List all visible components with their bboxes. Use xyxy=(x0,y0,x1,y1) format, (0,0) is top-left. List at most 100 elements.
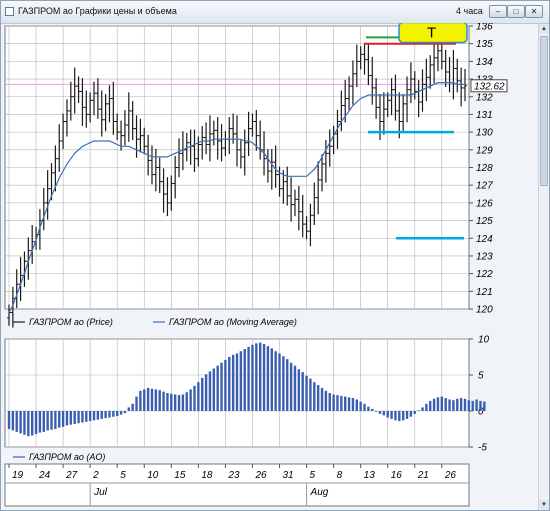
ao-bar xyxy=(228,357,231,411)
ao-bar xyxy=(340,395,343,411)
ao-bar xyxy=(162,391,165,411)
ao-bar xyxy=(34,411,38,435)
ao-bar xyxy=(297,369,301,411)
ao-bar xyxy=(30,411,34,436)
date-tick-label: 15 xyxy=(174,470,186,481)
price-tick-label: 122 xyxy=(476,269,493,280)
ao-bar xyxy=(371,408,374,411)
ao-bar xyxy=(471,400,474,411)
ao-bar xyxy=(436,397,440,411)
ao-bar xyxy=(50,411,53,430)
ao-bar xyxy=(116,411,119,417)
ao-bar xyxy=(96,411,100,420)
ao-bar xyxy=(54,411,57,429)
ao-bar xyxy=(224,359,227,411)
ao-bar xyxy=(235,353,239,411)
ao-bar xyxy=(15,411,18,432)
scroll-up-arrow-icon[interactable]: ▲ xyxy=(539,24,549,34)
price-tick-label: 125 xyxy=(476,216,493,227)
ao-bar xyxy=(255,343,258,411)
ao-bar xyxy=(394,411,397,421)
ao-bar xyxy=(77,411,80,424)
price-tick-label: 129 xyxy=(476,145,493,156)
ao-bar xyxy=(247,346,250,411)
price-tick-label: 124 xyxy=(476,234,493,245)
ao-bar xyxy=(293,365,297,411)
ao-bar xyxy=(69,411,73,425)
ao-bar xyxy=(386,411,389,418)
vertical-scrollbar[interactable]: ▲ ▼ xyxy=(538,24,549,510)
date-tick-label: 31 xyxy=(283,470,294,481)
ao-bar xyxy=(38,411,42,433)
date-tick-label: 19 xyxy=(12,470,24,481)
date-tick-label: 5 xyxy=(120,470,126,481)
scroll-down-arrow-icon[interactable]: ▼ xyxy=(539,500,549,510)
ao-bar xyxy=(351,398,355,411)
ao-bar xyxy=(398,411,401,422)
ao-bar xyxy=(131,403,134,411)
ao-bar xyxy=(440,396,444,411)
minimize-button[interactable]: – xyxy=(489,5,507,18)
ao-bar xyxy=(197,382,200,411)
ao-bar xyxy=(251,344,254,411)
ao-bar xyxy=(173,394,177,411)
ao-bar xyxy=(459,398,463,411)
ao-bar xyxy=(212,368,216,411)
ao-tick-label: 10 xyxy=(478,335,490,346)
price-tick-label: 130 xyxy=(476,128,493,139)
ao-bar xyxy=(413,411,416,414)
scroll-thumb[interactable] xyxy=(540,36,548,186)
close-button[interactable]: ✕ xyxy=(525,5,543,18)
date-tick-label: 24 xyxy=(38,470,51,481)
chart-area: 1201211221231241251261271281291301311321… xyxy=(4,23,508,507)
ao-bar xyxy=(313,382,316,411)
price-tick-label: 128 xyxy=(476,163,493,174)
ao-bar xyxy=(61,411,65,427)
ao-bar xyxy=(320,387,324,411)
ao-bar xyxy=(355,399,358,411)
ao-bar xyxy=(73,411,76,424)
legend-price-label: ГАЗПРОМ ао (Price) xyxy=(29,317,113,327)
ao-bar xyxy=(150,388,154,411)
price-tick-label: 120 xyxy=(476,305,493,316)
price-tick-label: 127 xyxy=(476,181,493,192)
ao-bar xyxy=(220,362,223,411)
title-bar[interactable]: ГАЗПРОМ ао Графики цены и объема 4 часа … xyxy=(1,1,549,24)
ao-bar xyxy=(456,398,459,411)
ao-bar xyxy=(146,387,150,411)
ao-bar xyxy=(328,393,331,411)
ao-bar xyxy=(382,411,386,416)
date-tick-label: 8 xyxy=(337,470,343,481)
ao-bar xyxy=(108,411,111,418)
price-tick-label: 121 xyxy=(476,287,493,298)
ao-bar xyxy=(158,390,161,411)
ao-bar xyxy=(42,411,45,432)
ao-bar xyxy=(85,411,88,422)
ao-bar xyxy=(135,396,138,411)
ao-bar xyxy=(332,394,335,411)
ao-bar xyxy=(170,393,173,411)
ao-bar xyxy=(11,411,15,431)
ao-tick-label: -5 xyxy=(478,443,487,454)
ao-bar xyxy=(262,344,266,411)
ao-bar xyxy=(401,411,405,421)
ao-bar xyxy=(23,411,26,435)
price-tick-label: 136 xyxy=(476,23,493,33)
maximize-button[interactable]: □ xyxy=(507,5,525,18)
date-tick-label: 21 xyxy=(417,470,429,481)
ao-bar xyxy=(204,374,208,411)
ao-bar xyxy=(444,398,447,411)
ao-bar xyxy=(475,399,478,411)
ao-bar xyxy=(324,390,328,411)
app-icon xyxy=(5,7,14,16)
date-tick-label: 18 xyxy=(201,470,213,481)
ao-bar xyxy=(363,403,366,411)
ao-bar xyxy=(185,392,188,411)
ao-bar xyxy=(166,393,169,411)
ao-bar xyxy=(374,411,378,412)
ao-bar xyxy=(7,411,11,429)
ao-bar xyxy=(177,395,181,411)
price-tick-label: 134 xyxy=(476,57,493,68)
date-tick-label: 26 xyxy=(254,470,267,481)
ao-bar xyxy=(46,411,49,431)
